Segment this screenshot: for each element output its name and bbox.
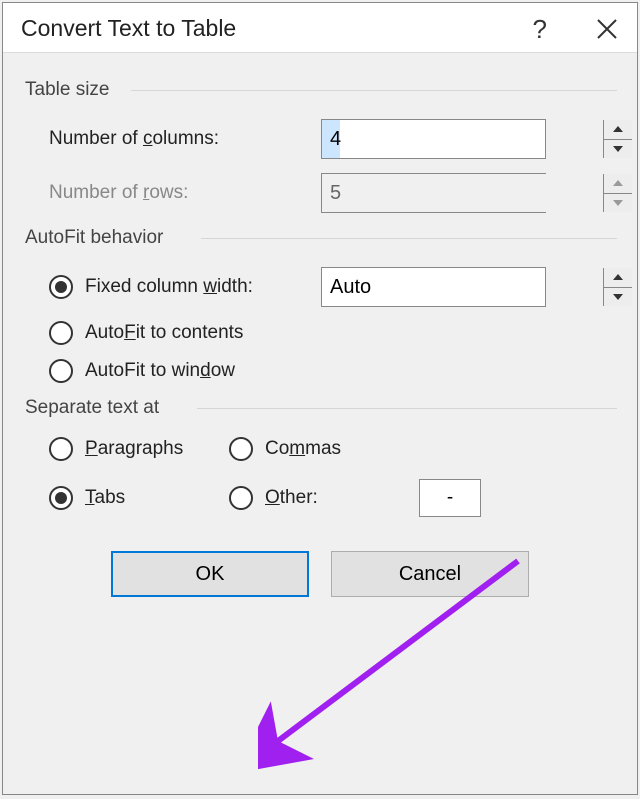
label-part: mas <box>305 438 341 459</box>
radio-tabs[interactable] <box>49 486 73 510</box>
autofit-contents-row: AutoFit to contents <box>49 321 615 345</box>
cancel-button[interactable]: Cancel <box>331 551 529 597</box>
ok-button[interactable]: OK <box>111 551 309 597</box>
columns-spinner <box>321 119 546 159</box>
label-part: it to contents <box>136 322 244 343</box>
rows-spin-up <box>604 174 632 194</box>
radio-autofit-contents-label: AutoFit to contents <box>85 322 243 344</box>
sep-paragraphs-cell: Paragraphs <box>49 437 229 461</box>
dialog-content: Table size Number of columns: Number of … <box>3 53 637 597</box>
label-accel: P <box>85 438 98 459</box>
radio-other-label: Other: <box>265 487 318 509</box>
label-part: AutoFit to win <box>85 360 200 381</box>
label-part: Auto <box>85 322 124 343</box>
radio-autofit-contents[interactable] <box>49 321 73 345</box>
label-accel: T <box>85 487 95 508</box>
titlebar-controls: ? <box>533 16 619 42</box>
label-part: Number of <box>49 128 143 149</box>
label-part: idth: <box>217 276 253 297</box>
other-separator-input[interactable] <box>419 479 481 517</box>
label-part: Co <box>265 438 289 459</box>
columns-spinner-buttons <box>603 120 632 158</box>
rows-spinner-buttons <box>603 174 632 212</box>
radio-fixed-width-label: Fixed column width: <box>85 276 253 298</box>
autofit-window-row: AutoFit to window <box>49 359 615 383</box>
sep-commas-cell: Commas <box>229 437 419 461</box>
label-accel: w <box>203 276 217 297</box>
group-label-autofit: AutoFit behavior <box>25 227 615 249</box>
label-accel: d <box>200 360 211 381</box>
fixed-width-spinner-buttons <box>603 268 632 306</box>
rows-spin-down <box>604 194 632 213</box>
rows-label: Number of rows: <box>49 182 321 204</box>
dialog-button-row: OK Cancel <box>25 551 615 597</box>
rows-spinner <box>321 173 546 213</box>
columns-input[interactable] <box>322 120 603 158</box>
convert-text-to-table-dialog: Convert Text to Table ? Table size Numbe… <box>2 2 638 795</box>
group-label-separate: Separate text at <box>25 397 615 419</box>
label-accel: m <box>289 438 305 459</box>
radio-other[interactable] <box>229 486 253 510</box>
radio-tabs-label: Tabs <box>85 487 125 509</box>
label-part: olumns: <box>152 128 219 149</box>
fixed-width-spinner <box>321 267 546 307</box>
label-part: Fixed column <box>85 276 203 297</box>
radio-autofit-window[interactable] <box>49 359 73 383</box>
close-icon[interactable] <box>595 17 619 41</box>
sep-other-input-cell <box>419 479 615 517</box>
label-accel: F <box>124 322 136 343</box>
autofit-fixed-row: Fixed column width: <box>49 267 615 307</box>
label-part: abs <box>95 487 126 508</box>
sep-tabs-cell: Tabs <box>49 486 229 510</box>
sep-other-cell: Other: <box>229 486 419 510</box>
label-accel: O <box>265 487 280 508</box>
radio-commas[interactable] <box>229 437 253 461</box>
radio-commas-label: Commas <box>265 438 341 460</box>
label-part: ow <box>211 360 235 381</box>
label-part: aragraphs <box>98 438 184 459</box>
rows-row: Number of rows: <box>49 173 615 213</box>
columns-label: Number of columns: <box>49 128 321 150</box>
fixed-width-spin-up[interactable] <box>604 268 632 288</box>
label-part: ows: <box>149 182 188 203</box>
dialog-title: Convert Text to Table <box>21 15 236 42</box>
radio-paragraphs[interactable] <box>49 437 73 461</box>
columns-row: Number of columns: <box>49 119 615 159</box>
titlebar: Convert Text to Table ? <box>3 3 637 53</box>
radio-autofit-window-label: AutoFit to window <box>85 360 235 382</box>
label-part: Number of <box>49 182 143 203</box>
radio-fixed-width[interactable] <box>49 275 73 299</box>
radio-paragraphs-label: Paragraphs <box>85 438 183 460</box>
columns-spin-up[interactable] <box>604 120 632 140</box>
rows-input <box>322 174 603 212</box>
group-label-table-size: Table size <box>25 79 615 101</box>
fixed-width-spin-down[interactable] <box>604 288 632 307</box>
help-icon[interactable]: ? <box>533 16 547 42</box>
separate-grid: Paragraphs Commas Tabs Other: <box>49 437 615 517</box>
label-part: ther: <box>280 487 318 508</box>
fixed-width-input[interactable] <box>322 268 603 306</box>
columns-spin-down[interactable] <box>604 140 632 159</box>
